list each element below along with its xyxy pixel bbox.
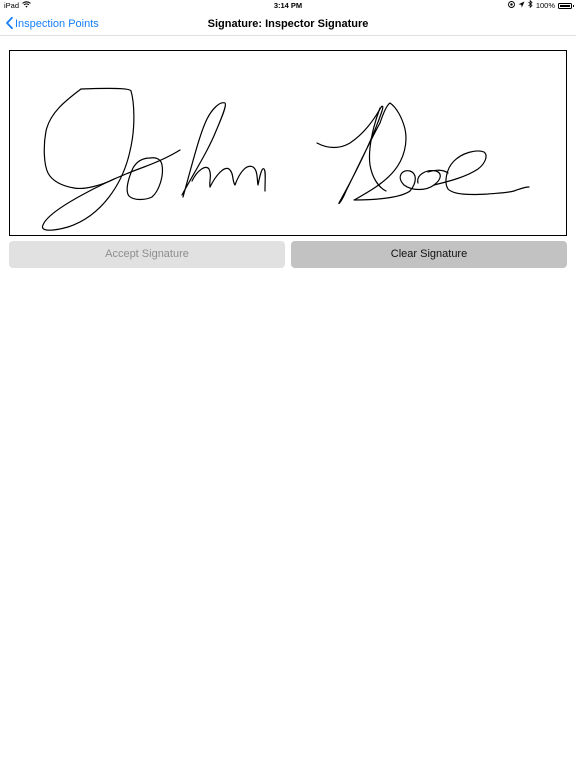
- signature-pad[interactable]: [9, 50, 567, 236]
- bluetooth-icon: [528, 0, 533, 12]
- status-time: 3:14 PM: [273, 1, 303, 10]
- navigation-bar: Inspection Points Signature: Inspector S…: [0, 12, 576, 36]
- battery-icon: [558, 3, 574, 9]
- status-right: 100%: [507, 0, 574, 12]
- battery-percent: 100%: [535, 1, 555, 10]
- signature-drawing: [41, 87, 530, 231]
- location-arrow-icon: [518, 0, 525, 12]
- status-bar: iPad 3:14 PM 100%: [0, 0, 576, 12]
- accept-signature-button[interactable]: Accept Signature: [9, 241, 285, 268]
- page-title: Signature: Inspector Signature: [207, 18, 369, 30]
- clear-signature-button[interactable]: Clear Signature: [291, 241, 567, 268]
- location-lock-icon: [507, 0, 515, 12]
